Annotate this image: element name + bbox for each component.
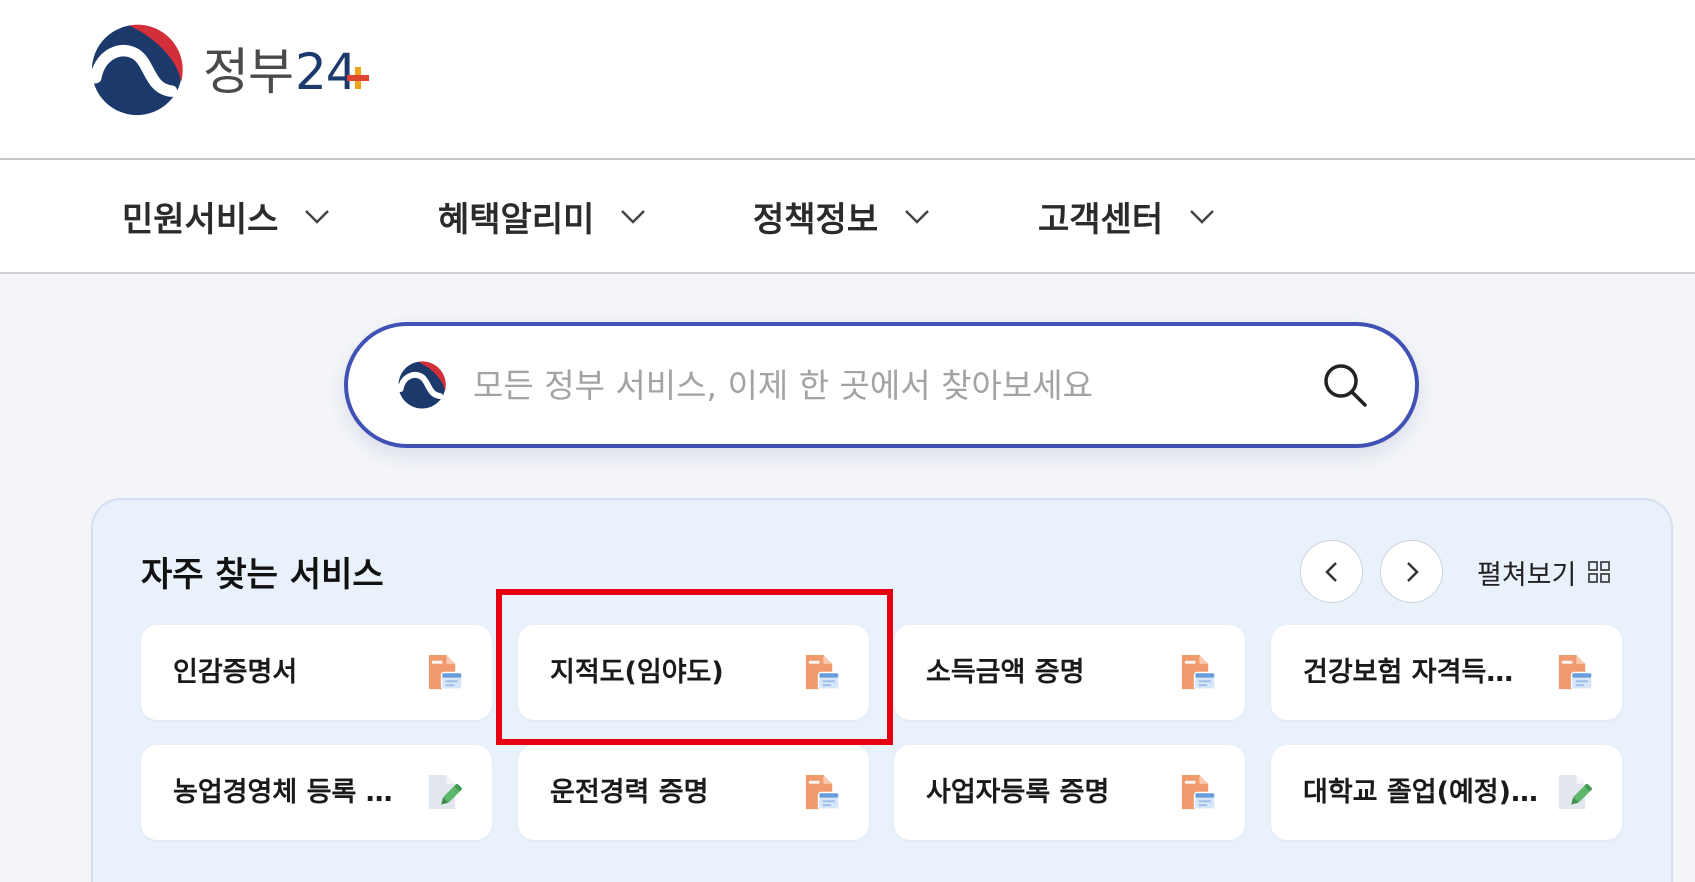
expand-label: 펼쳐보기 bbox=[1477, 559, 1577, 591]
pdf-document-icon bbox=[1558, 654, 1593, 690]
chevron-down-icon bbox=[1190, 209, 1215, 224]
service-icon bbox=[802, 773, 841, 812]
nav-label: 정책정보 bbox=[753, 199, 879, 240]
pdf-document-icon bbox=[1181, 654, 1216, 690]
brand-number: 24 bbox=[295, 43, 369, 101]
service-label: 농업경영체 등록 … bbox=[173, 777, 393, 808]
service-icon bbox=[1178, 773, 1217, 812]
chevron-down-icon bbox=[621, 209, 646, 224]
search-bar bbox=[344, 322, 1419, 448]
pdf-document-icon bbox=[428, 654, 463, 690]
frequent-services-panel: 자주 찾는 서비스 펼쳐보기 인감증명서 지적도(임야도) 소득금액 증명 건강… bbox=[91, 498, 1673, 882]
service-tile[interactable]: 지적도(임야도) bbox=[518, 625, 869, 720]
service-label: 사업자등록 증명 bbox=[926, 777, 1110, 808]
service-icon bbox=[802, 653, 841, 692]
prev-button[interactable] bbox=[1300, 540, 1363, 603]
government-emblem-icon[interactable] bbox=[89, 22, 185, 118]
expand-all-button[interactable]: 펼쳐보기 bbox=[1477, 553, 1611, 591]
service-label: 운전경력 증명 bbox=[550, 777, 709, 808]
site-header: 정부24 bbox=[0, 0, 1695, 160]
next-button[interactable] bbox=[1380, 540, 1443, 603]
emblem-svg bbox=[89, 24, 183, 116]
search-icon bbox=[1324, 364, 1367, 407]
service-icon bbox=[1178, 653, 1217, 692]
nav-label: 고객센터 bbox=[1038, 199, 1164, 240]
service-tile[interactable]: 인감증명서 bbox=[141, 625, 492, 720]
edit-document-icon bbox=[428, 774, 462, 810]
nav-label: 민원서비스 bbox=[122, 199, 279, 240]
pdf-document-icon bbox=[805, 774, 840, 810]
chevron-down-icon bbox=[305, 209, 330, 224]
service-label: 지적도(임야도) bbox=[550, 657, 724, 688]
service-tile[interactable]: 대학교 졸업(예정)… bbox=[1271, 745, 1622, 840]
service-tile[interactable]: 사업자등록 증명 bbox=[894, 745, 1245, 840]
chevron-right-icon bbox=[1406, 561, 1419, 582]
service-label: 소득금액 증명 bbox=[926, 657, 1085, 688]
chevron-left-icon bbox=[1324, 561, 1337, 582]
government-emblem-icon bbox=[397, 361, 446, 409]
nav-item-benefits[interactable]: 혜택알리미 bbox=[438, 160, 646, 272]
service-label: 건강보험 자격득… bbox=[1303, 657, 1514, 688]
nav-item-customer-center[interactable]: 고객센터 bbox=[1038, 160, 1215, 272]
nav-item-policy-info[interactable]: 정책정보 bbox=[753, 160, 930, 272]
brand-name: 정부 bbox=[203, 43, 294, 101]
search-input[interactable] bbox=[473, 326, 1273, 444]
service-label: 대학교 졸업(예정)… bbox=[1303, 777, 1538, 808]
grid-icon bbox=[1588, 561, 1611, 583]
nav-item-civil-services[interactable]: 민원서비스 bbox=[122, 160, 330, 272]
service-icon bbox=[1555, 773, 1594, 812]
service-icon bbox=[425, 653, 464, 692]
service-tile[interactable]: 건강보험 자격득… bbox=[1271, 625, 1622, 720]
service-tile[interactable]: 소득금액 증명 bbox=[894, 625, 1245, 720]
nav-label: 혜택알리미 bbox=[438, 199, 595, 240]
pdf-document-icon bbox=[1181, 774, 1216, 810]
brand-plus-icon bbox=[346, 67, 369, 89]
brand-wordmark[interactable]: 정부24 bbox=[203, 40, 369, 104]
service-icon bbox=[1555, 653, 1594, 692]
main-nav: 민원서비스 혜택알리미 정책정보 고객센터 bbox=[0, 160, 1695, 274]
search-button[interactable] bbox=[1320, 360, 1370, 410]
service-label: 인감증명서 bbox=[173, 657, 298, 688]
chevron-down-icon bbox=[905, 209, 930, 224]
service-tile[interactable]: 운전경력 증명 bbox=[518, 745, 869, 840]
section-title: 자주 찾는 서비스 bbox=[141, 555, 384, 595]
search-emblem-icon bbox=[397, 360, 447, 410]
pdf-document-icon bbox=[805, 654, 840, 690]
edit-document-icon bbox=[1558, 774, 1592, 810]
service-tile[interactable]: 농업경영체 등록 … bbox=[141, 745, 492, 840]
service-icon bbox=[425, 773, 464, 812]
